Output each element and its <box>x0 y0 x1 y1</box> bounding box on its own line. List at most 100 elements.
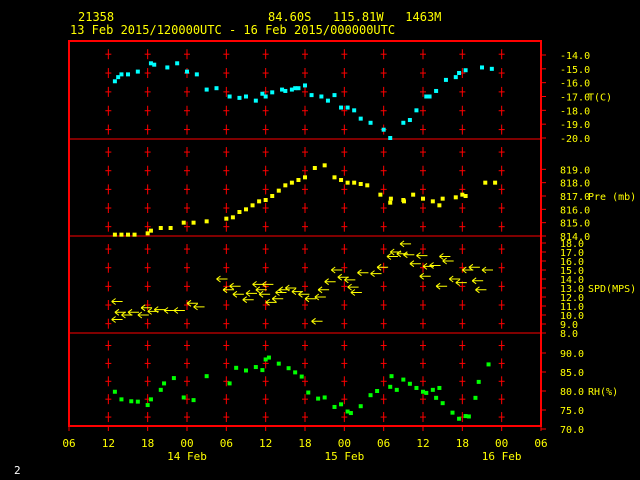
temperature-point <box>434 88 439 93</box>
wind-arrow <box>127 308 139 316</box>
humidity-point <box>135 399 140 404</box>
x-tick-label: 06 <box>220 437 233 450</box>
pressure-point <box>453 195 458 200</box>
humidity-point <box>129 399 134 404</box>
pressure-point <box>181 220 186 225</box>
humidity-point <box>430 387 435 392</box>
pressure-point <box>244 207 248 212</box>
pressure-point <box>230 215 235 220</box>
pressure-point <box>345 180 350 185</box>
x-tick-label: 18 <box>298 437 311 450</box>
x-tick-label: 00 <box>338 437 351 450</box>
x-date-label: 14 Feb <box>167 450 207 463</box>
wind-arrow <box>330 266 343 274</box>
temperature-point <box>135 69 140 74</box>
pressure-point <box>365 183 370 188</box>
x-tick-label: 06 <box>377 437 390 450</box>
wind-arrow <box>242 296 254 304</box>
humidity-label: RH(%) <box>588 387 618 398</box>
x-tick-label: 18 <box>456 437 469 450</box>
x-date-label: 15 Feb <box>324 450 364 463</box>
pressure-point <box>263 198 268 202</box>
axis-labels: -14.0 -15.0 -16.0 -17.0 -18.0 -19.0 -20.0 T(C) 8… <box>62 51 636 463</box>
temperature-point <box>489 66 494 71</box>
wind-arrow <box>193 303 205 311</box>
wind-arrow <box>347 283 359 291</box>
wind-arrow <box>386 253 398 260</box>
temperature-point <box>325 98 330 103</box>
temperature-label: T(C) <box>588 93 612 104</box>
x-tick-label: 06 <box>62 437 75 450</box>
wind-arrow <box>232 290 244 298</box>
humidity-point <box>401 377 406 382</box>
pressure-point <box>421 196 425 201</box>
wind-arrow <box>429 262 441 269</box>
temperature-point <box>227 94 232 99</box>
wind-arrow <box>357 269 369 277</box>
wind-arrow <box>317 286 330 294</box>
y-tick-label: 8.0 <box>560 329 578 340</box>
humidity-point <box>244 368 248 373</box>
wind-arrow <box>442 257 454 265</box>
temperature-point <box>427 94 432 99</box>
humidity-point <box>476 379 481 384</box>
y-tick-label: -14.0 <box>560 51 590 62</box>
pressure-point <box>289 180 294 185</box>
pressure-point <box>168 226 173 230</box>
wind-arrow <box>455 279 467 286</box>
x-tick-label: 18 <box>141 437 154 450</box>
temperature-point <box>414 108 419 113</box>
humidity-point <box>162 381 167 386</box>
pressure-point <box>112 232 117 237</box>
humidity-point <box>437 385 442 390</box>
pressure-point <box>332 175 337 180</box>
temperature-point <box>126 72 130 77</box>
temperature-point <box>480 65 484 70</box>
humidity-point <box>276 361 281 366</box>
x-tick-label: 12 <box>259 437 272 450</box>
pressure-point <box>126 232 130 237</box>
wind-arrow <box>304 295 316 303</box>
humidity-point <box>394 387 399 392</box>
wind-arrow <box>403 251 415 259</box>
humidity-point <box>339 402 344 407</box>
humidity-point <box>171 376 176 381</box>
wind-arrow <box>275 289 287 296</box>
humidity-point <box>316 396 321 401</box>
humidity-point <box>266 355 271 360</box>
pressure-point <box>411 192 416 197</box>
wind-arrow <box>481 266 493 274</box>
humidity-point <box>181 395 186 400</box>
y-tick-label: 816.0 <box>560 205 590 216</box>
pressure-point <box>191 220 196 225</box>
pressure-point <box>119 232 124 237</box>
humidity-point <box>204 374 209 379</box>
humidity-point <box>348 411 353 416</box>
temperature-point <box>303 83 307 88</box>
pressure-point <box>148 228 153 233</box>
temperature-point <box>401 120 406 125</box>
pressure-point <box>132 232 137 237</box>
wind-arrow <box>468 263 480 271</box>
pressure-point <box>463 194 468 198</box>
meteogram-chart: -14.0 -15.0 -16.0 -17.0 -18.0 -19.0 -20.0 T(C) 8… <box>62 40 636 463</box>
wind-arrow <box>376 263 389 271</box>
temperature-point <box>194 72 199 77</box>
wind-label: SPD(MPS) <box>588 284 636 295</box>
pressure-point <box>283 183 288 188</box>
temperature-point <box>253 98 258 103</box>
temperature-point <box>358 116 363 121</box>
temperature-point <box>237 95 242 100</box>
temperature-point <box>263 94 268 99</box>
x-tick-label: 00 <box>495 437 508 450</box>
pressure-point <box>204 219 209 224</box>
temperature-point <box>457 70 462 75</box>
pressure-point <box>158 226 163 230</box>
pressure-point <box>430 199 435 204</box>
humidity-point <box>424 390 429 395</box>
humidity-point <box>368 393 373 398</box>
wind-arrow <box>344 276 356 284</box>
temperature-point <box>352 108 357 113</box>
panel-grid <box>68 49 546 431</box>
y-tick-label: -17.0 <box>560 93 590 104</box>
